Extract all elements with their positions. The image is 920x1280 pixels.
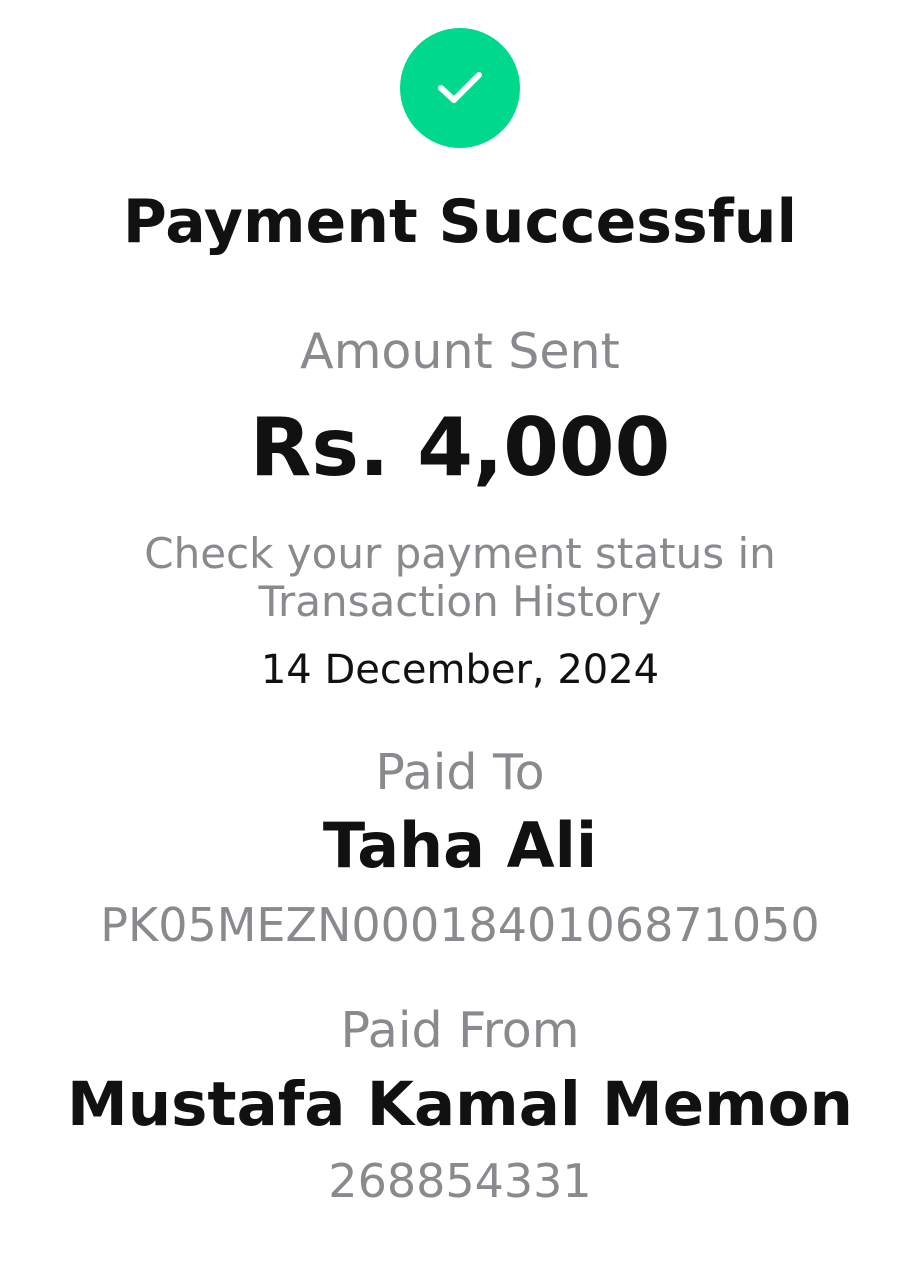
payment-status-note-line2: Transaction History xyxy=(258,577,662,626)
paid-to-label: Paid To xyxy=(375,744,545,801)
paid-from-label: Paid From xyxy=(340,1002,580,1059)
amount-label: Amount Sent xyxy=(300,323,620,380)
recipient-account-number: PK05MEZN0001840106871050 xyxy=(100,898,820,952)
check-icon xyxy=(438,72,482,103)
payment-status-note-line1: Check your payment status in xyxy=(144,529,776,578)
transaction-date: 14 December, 2024 xyxy=(260,647,660,693)
sender-account-number: 268854331 xyxy=(328,1154,592,1208)
recipient-name: Taha Ali xyxy=(322,809,598,882)
success-check-badge xyxy=(400,28,520,148)
sender-name: Mustafa Kamal Memon xyxy=(67,1069,853,1140)
payment-status-note: Check your payment status in Transaction… xyxy=(0,530,920,626)
payment-status-title: Payment Successful xyxy=(122,187,798,257)
amount-value: Rs. 4,000 xyxy=(249,401,671,494)
